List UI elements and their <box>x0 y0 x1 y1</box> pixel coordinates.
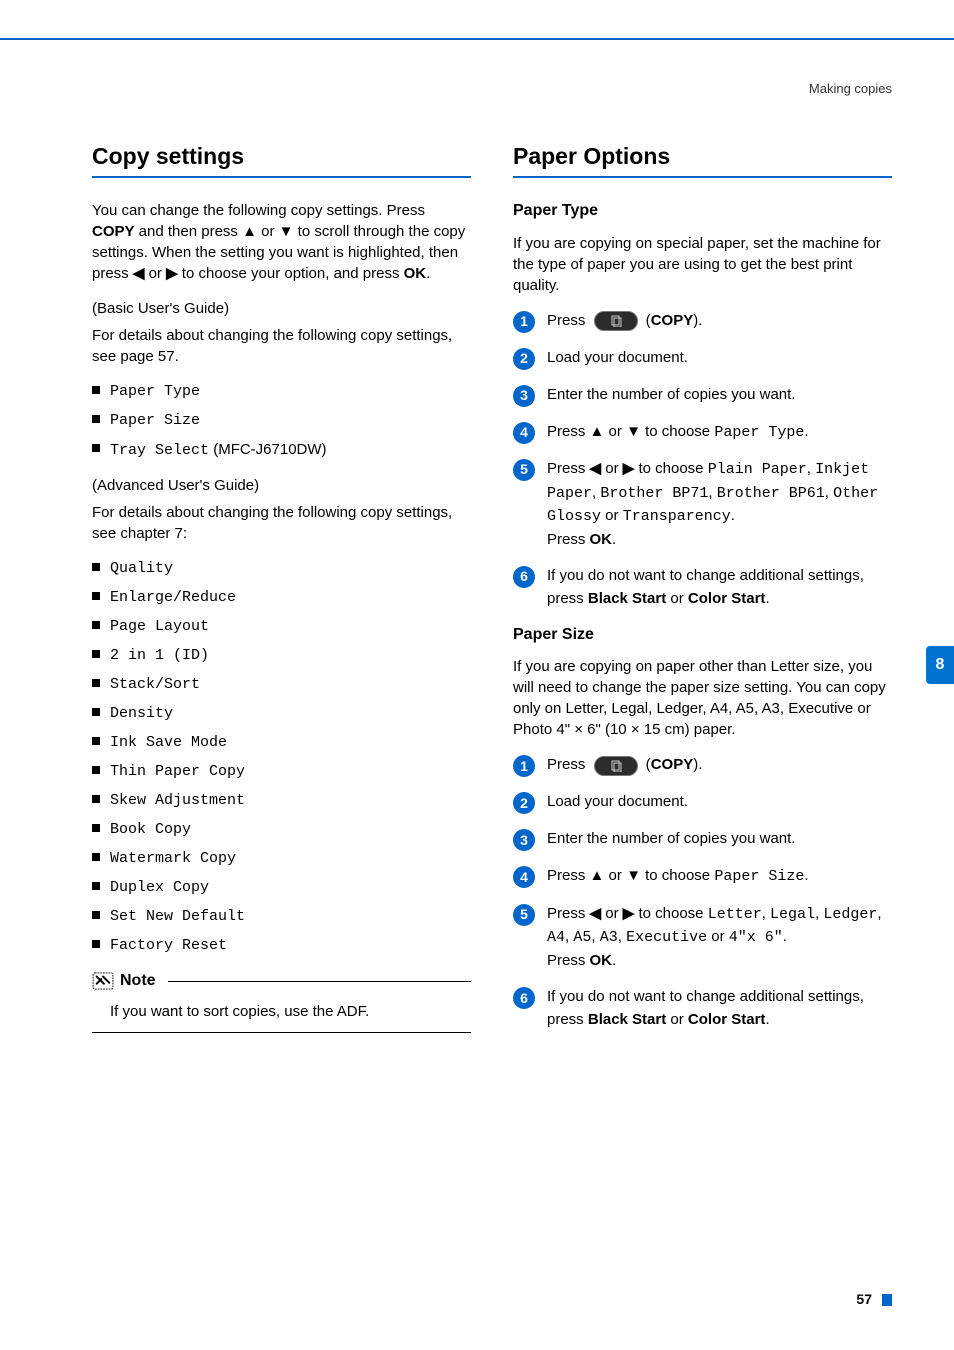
paper-type-intro: If you are copying on special paper, set… <box>513 233 892 296</box>
note-icon <box>92 972 114 990</box>
step: 2 Load your document. <box>513 347 892 370</box>
advanced-settings-list: Quality Enlarge/Reduce Page Layout 2 in … <box>92 558 471 956</box>
footer: 57 <box>856 1290 892 1310</box>
left-column: Copy settings You can change the followi… <box>92 140 471 1047</box>
step: 1 Press (COPY). <box>513 310 892 333</box>
step-number-icon: 6 <box>513 566 535 588</box>
list-item: Paper Type <box>92 381 471 402</box>
adv-guide-label: (Advanced User's Guide) <box>92 475 471 496</box>
left-title: Copy settings <box>92 140 471 172</box>
step-number-icon: 3 <box>513 385 535 407</box>
step-number-icon: 5 <box>513 904 535 926</box>
note-header: Note <box>92 970 471 992</box>
step: 3 Enter the number of copies you want. <box>513 828 892 851</box>
step: 4 Press ▲ or ▼ to choose Paper Type. <box>513 421 892 445</box>
step-number-icon: 4 <box>513 866 535 888</box>
page-number: 57 <box>856 1290 872 1310</box>
step-number-icon: 6 <box>513 987 535 1009</box>
list-item: Book Copy <box>92 819 471 840</box>
intro-paragraph: You can change the following copy settin… <box>92 200 471 284</box>
note-title: Note <box>120 970 156 992</box>
list-item: Stack/Sort <box>92 674 471 695</box>
step: 1 Press (COPY). <box>513 754 892 777</box>
paper-type-heading: Paper Type <box>513 200 892 222</box>
list-item: Skew Adjustment <box>92 790 471 811</box>
chapter-tab: 8 <box>926 646 954 684</box>
list-item: Enlarge/Reduce <box>92 587 471 608</box>
list-item: Density <box>92 703 471 724</box>
list-item: Ink Save Mode <box>92 732 471 753</box>
basic-settings-list: Paper Type Paper Size Tray Select (MFC-J… <box>92 381 471 461</box>
step-number-icon: 2 <box>513 792 535 814</box>
step: 3 Enter the number of copies you want. <box>513 384 892 407</box>
step: 6 If you do not want to change additiona… <box>513 565 892 610</box>
paper-size-steps: 1 Press (COPY). 2 Load your document. 3 … <box>513 754 892 1031</box>
step: 6 If you do not want to change additiona… <box>513 986 892 1031</box>
list-item: 2 in 1 (ID) <box>92 645 471 666</box>
footer-accent <box>882 1294 892 1306</box>
list-item: Duplex Copy <box>92 877 471 898</box>
paper-size-intro: If you are copying on paper other than L… <box>513 656 892 740</box>
step-number-icon: 2 <box>513 348 535 370</box>
step: 5 Press ◀ or ▶ to choose Plain Paper, In… <box>513 458 892 551</box>
step-number-icon: 4 <box>513 422 535 444</box>
right-title: Paper Options <box>513 140 892 172</box>
paper-size-heading: Paper Size <box>513 624 892 646</box>
right-column: Paper Options Paper Type If you are copy… <box>513 140 892 1047</box>
step: 4 Press ▲ or ▼ to choose Paper Size. <box>513 865 892 889</box>
copy-button-icon <box>594 756 638 776</box>
step-number-icon: 3 <box>513 829 535 851</box>
note-body: If you want to sort copies, use the ADF. <box>92 995 471 1033</box>
title-rule <box>92 176 471 178</box>
step-number-icon: 1 <box>513 755 535 777</box>
adv-guide-detail: For details about changing the following… <box>92 502 471 544</box>
list-item: Page Layout <box>92 616 471 637</box>
list-item: Quality <box>92 558 471 579</box>
title-rule <box>513 176 892 178</box>
step: 5 Press ◀ or ▶ to choose Letter, Legal, … <box>513 903 892 973</box>
section-header: Making copies <box>809 80 892 98</box>
note-rule <box>168 981 471 982</box>
list-item: Thin Paper Copy <box>92 761 471 782</box>
list-item: Paper Size <box>92 410 471 431</box>
step-number-icon: 5 <box>513 459 535 481</box>
basic-guide-detail: For details about changing the following… <box>92 325 471 367</box>
step: 2 Load your document. <box>513 791 892 814</box>
list-item: Tray Select (MFC-J6710DW) <box>92 439 471 461</box>
paper-type-steps: 1 Press (COPY). 2 Load your document. 3 … <box>513 310 892 611</box>
content: Copy settings You can change the followi… <box>92 140 892 1047</box>
top-rule <box>0 38 954 40</box>
copy-button-icon <box>594 311 638 331</box>
basic-guide-label: (Basic User's Guide) <box>92 298 471 319</box>
list-item: Set New Default <box>92 906 471 927</box>
list-item: Factory Reset <box>92 935 471 956</box>
step-number-icon: 1 <box>513 311 535 333</box>
list-item: Watermark Copy <box>92 848 471 869</box>
